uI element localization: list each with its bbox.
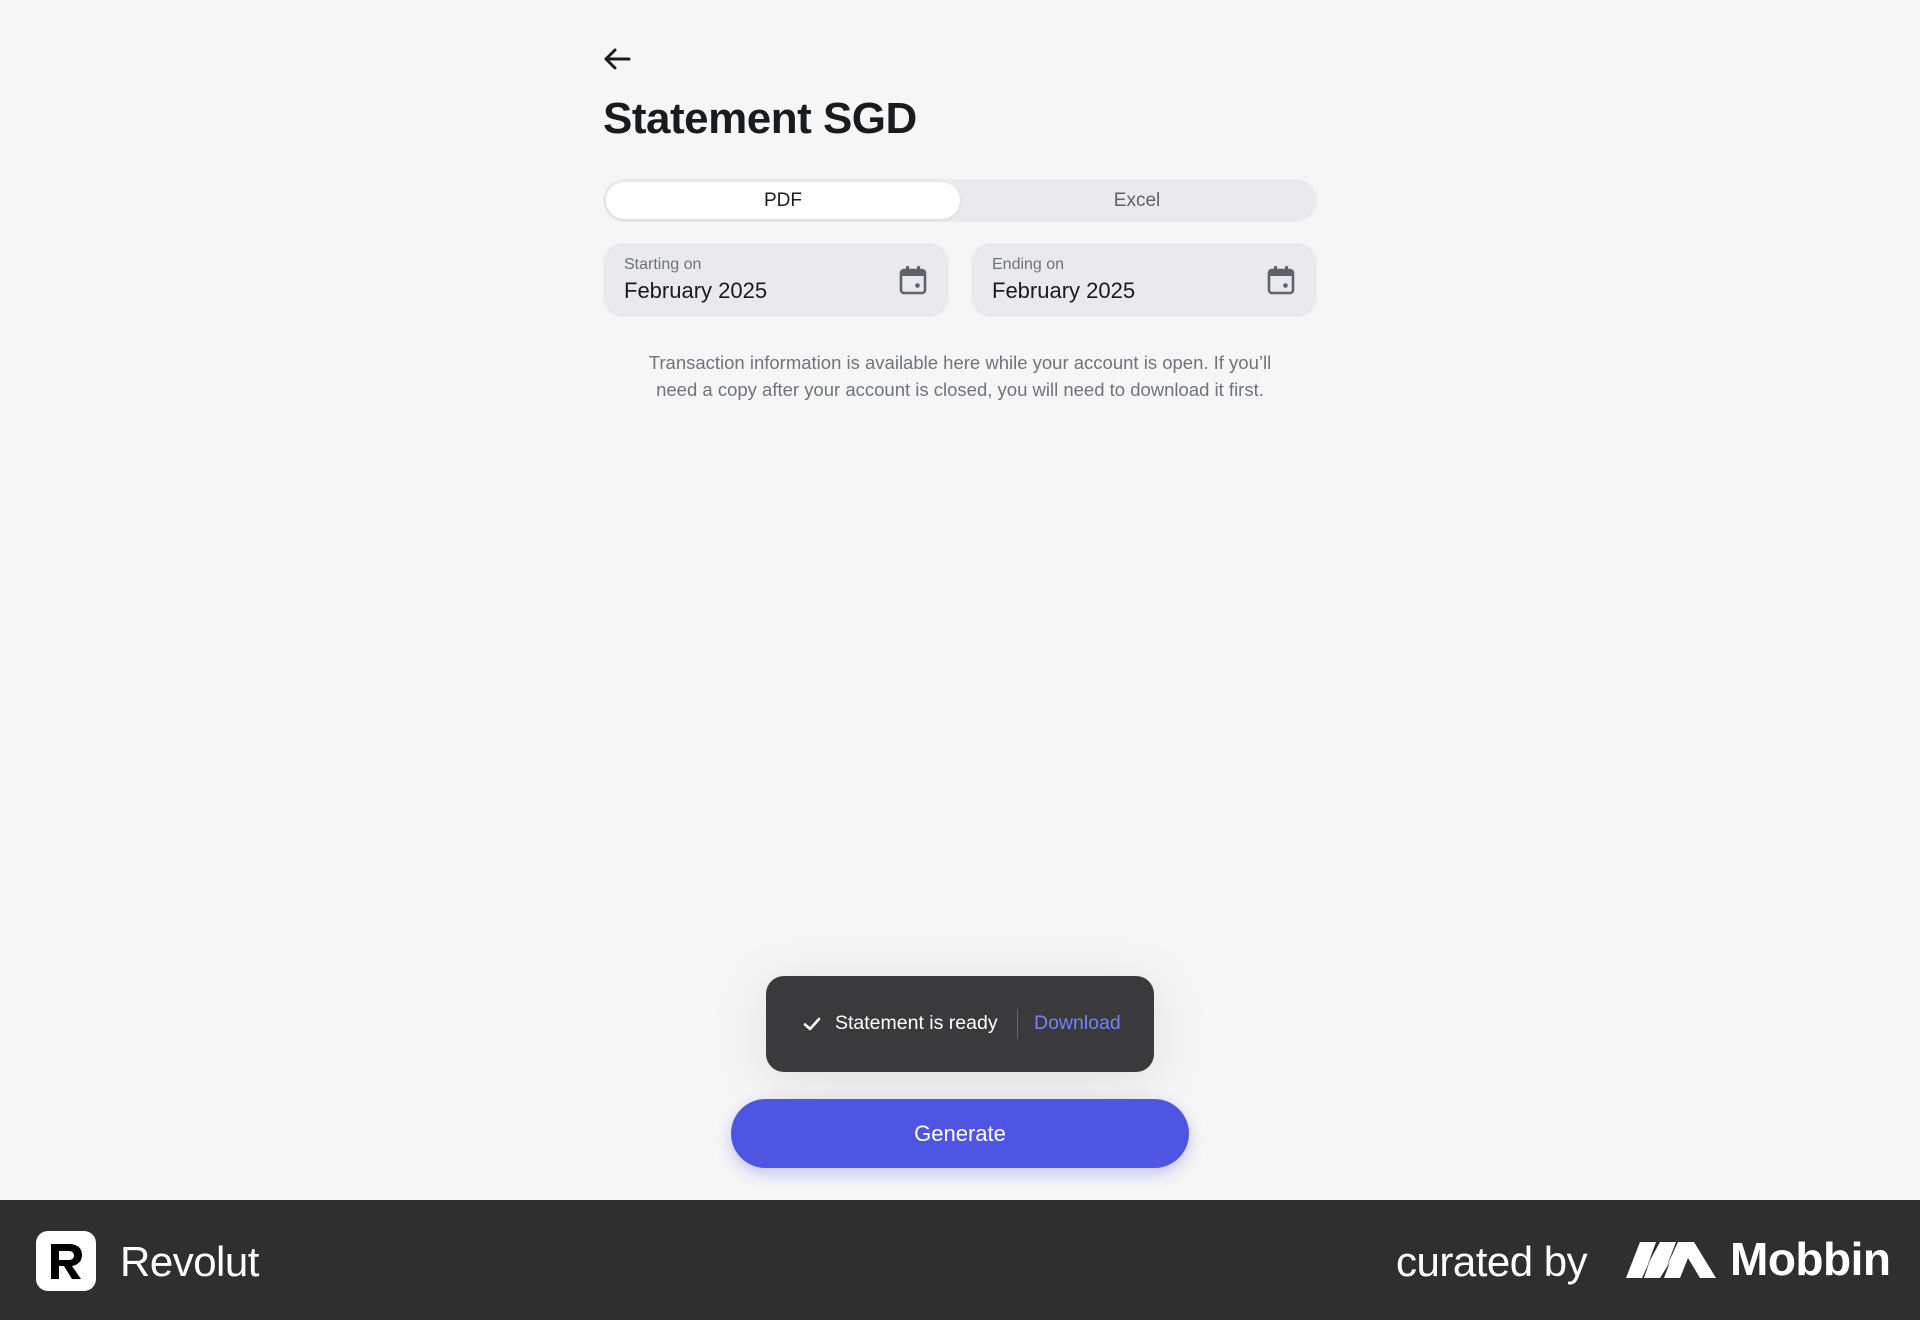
- end-date-value: February 2025: [992, 278, 1136, 303]
- mobbin-logo-icon: [1626, 1242, 1716, 1278]
- curated-by-label: curated by: [1396, 1238, 1588, 1285]
- start-date-field[interactable]: Starting on February 2025: [603, 243, 949, 317]
- mobbin-brand: Mobbin: [1730, 1233, 1891, 1285]
- footer-bar: Revolut curated by Mobbin: [0, 1200, 1920, 1320]
- toast-divider: [1017, 1009, 1018, 1039]
- date-range: Starting on February 2025 Ending on Febr…: [603, 243, 1317, 317]
- back-button[interactable]: [603, 42, 639, 76]
- statement-ready-toast: Statement is ready Download: [766, 976, 1154, 1072]
- check-icon: [803, 1017, 821, 1031]
- info-line-2: need a copy after your account is closed…: [656, 379, 1264, 400]
- arrow-left-icon: [604, 48, 631, 70]
- toast-message: Statement is ready: [835, 1012, 998, 1034]
- start-date-value: February 2025: [624, 278, 768, 303]
- end-date-label: Ending on: [992, 256, 1065, 273]
- generate-button[interactable]: Generate: [731, 1099, 1189, 1168]
- calendar-icon: [1267, 266, 1295, 295]
- tab-excel[interactable]: Excel: [960, 182, 1314, 219]
- revolut-logo-icon: [36, 1231, 96, 1291]
- tab-pdf[interactable]: PDF: [606, 182, 960, 219]
- page-title: Statement SGD: [603, 94, 917, 143]
- info-text: Transaction information is available her…: [603, 349, 1317, 403]
- app-screen: Statement SGD PDF Excel Starting on Febr…: [0, 0, 1920, 1200]
- info-line-1: Transaction information is available her…: [648, 352, 1272, 373]
- calendar-icon: [899, 266, 927, 295]
- download-link[interactable]: Download: [1034, 1012, 1121, 1035]
- start-date-label: Starting on: [624, 256, 702, 273]
- revolut-brand: Revolut: [120, 1238, 259, 1285]
- format-switcher: PDF Excel: [603, 179, 1317, 222]
- end-date-field[interactable]: Ending on February 2025: [971, 243, 1317, 317]
